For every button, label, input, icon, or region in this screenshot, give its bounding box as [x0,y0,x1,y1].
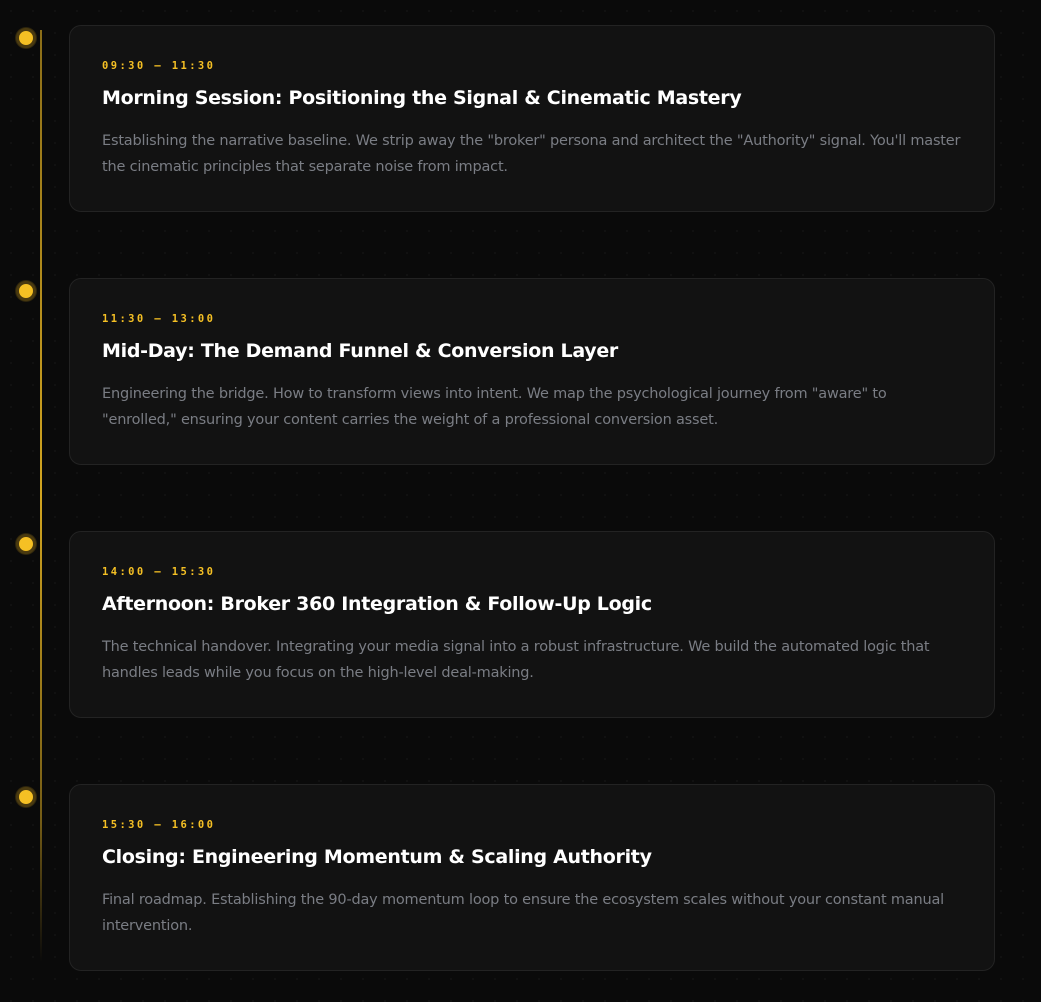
session-title: Closing: Engineering Momentum & Scaling … [102,846,652,868]
session-time: 14:00 — 15:30 [102,566,216,578]
session-description: Engineering the bridge. How to transform… [102,386,887,428]
timeline-dot-icon [16,28,36,48]
timeline-item: 15:30 — 16:00 Closing: Engineering Momen… [0,783,1041,973]
session-card-morning: 09:30 — 11:30 Morning Session: Positioni… [69,25,995,212]
timeline-dot-icon [16,787,36,807]
timeline-item: 09:30 — 11:30 Morning Session: Positioni… [0,24,1041,214]
session-time: 09:30 — 11:30 [102,60,216,72]
session-description: The technical handover. Integrating your… [102,639,930,681]
session-card-closing: 15:30 — 16:00 Closing: Engineering Momen… [69,784,995,971]
session-description: Establishing the narrative baseline. We … [102,133,961,175]
timeline-item: 11:30 — 13:00 Mid-Day: The Demand Funnel… [0,277,1041,467]
session-title: Mid-Day: The Demand Funnel & Conversion … [102,340,618,362]
agenda-timeline: 09:30 — 11:30 Morning Session: Positioni… [0,0,1041,1002]
session-title: Morning Session: Positioning the Signal … [102,87,742,109]
session-card-midday: 11:30 — 13:00 Mid-Day: The Demand Funnel… [69,278,995,465]
timeline-dot-icon [16,281,36,301]
session-card-afternoon: 14:00 — 15:30 Afternoon: Broker 360 Inte… [69,531,995,718]
timeline-dot-icon [16,534,36,554]
session-time: 11:30 — 13:00 [102,313,216,325]
session-description: Final roadmap. Establishing the 90-day m… [102,892,944,934]
timeline-item: 14:00 — 15:30 Afternoon: Broker 360 Inte… [0,530,1041,720]
session-time: 15:30 — 16:00 [102,819,216,831]
session-title: Afternoon: Broker 360 Integration & Foll… [102,593,652,615]
